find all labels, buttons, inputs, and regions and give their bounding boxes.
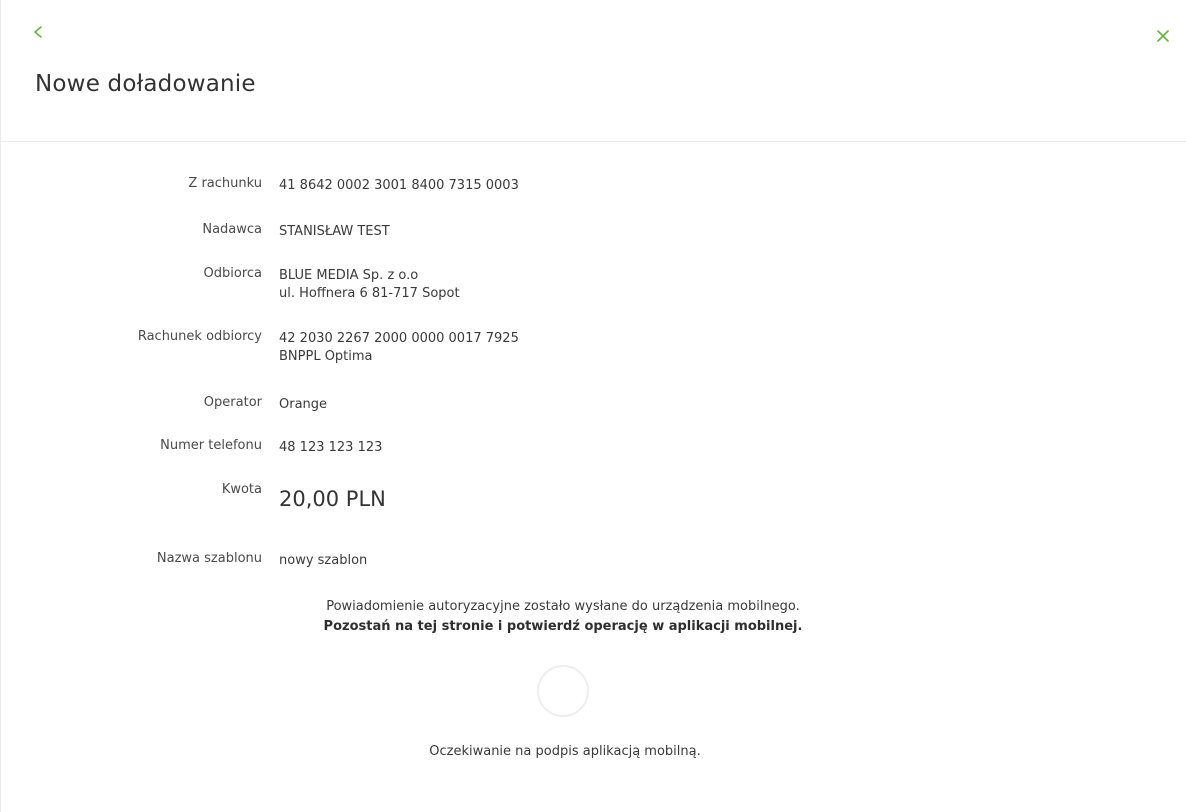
sender-label: Nadawca [202, 222, 262, 237]
recipient-bank-name: BNPPL Optima [279, 349, 373, 364]
close-icon [1157, 30, 1169, 42]
amount-label: Kwota [221, 482, 262, 497]
authorization-notice: Powiadomienie autoryzacyjne zostało wysł… [1, 597, 1125, 637]
phone-value: 48 123 123 123 [279, 440, 383, 455]
close-button[interactable] [1154, 27, 1172, 45]
template-name-value: nowy szablon [279, 553, 368, 568]
recipient-account-label: Rachunek odbiorcy [137, 329, 262, 344]
operator-value: Orange [279, 397, 328, 412]
waiting-status-text: Oczekiwanie na podpis aplikacją mobilną. [429, 744, 701, 759]
template-name-label: Nazwa szablonu [156, 551, 262, 566]
notice-sent-text: Powiadomienie autoryzacyjne zostało wysł… [326, 599, 800, 614]
account-value: 41 8642 0002 3001 8400 7315 0003 [279, 178, 519, 193]
sender-value: STANISŁAW TEST [279, 224, 390, 239]
account-label: Z rachunku [188, 176, 262, 191]
amount-value: 20,00 PLN [279, 487, 386, 511]
page: Nowe doładowanie Z rachunku 41 8642 0002… [0, 0, 1186, 812]
recipient-account-number: 42 2030 2267 2000 0000 0017 7925 [279, 331, 519, 346]
back-button[interactable] [31, 22, 47, 42]
header: Nowe doładowanie [1, 0, 1186, 142]
recipient-address: ul. Hoffnera 6 81-717 Sopot [279, 286, 460, 301]
chevron-left-icon [34, 26, 42, 38]
phone-label: Numer telefonu [160, 438, 262, 453]
page-title: Nowe doładowanie [35, 71, 256, 97]
loading-spinner [537, 665, 589, 717]
recipient-name: BLUE MEDIA Sp. z o.o [279, 268, 419, 283]
operator-label: Operator [203, 395, 262, 410]
notice-confirm-text: Pozostań na tej stronie i potwierdź oper… [323, 619, 803, 634]
recipient-label: Odbiorca [203, 266, 262, 281]
